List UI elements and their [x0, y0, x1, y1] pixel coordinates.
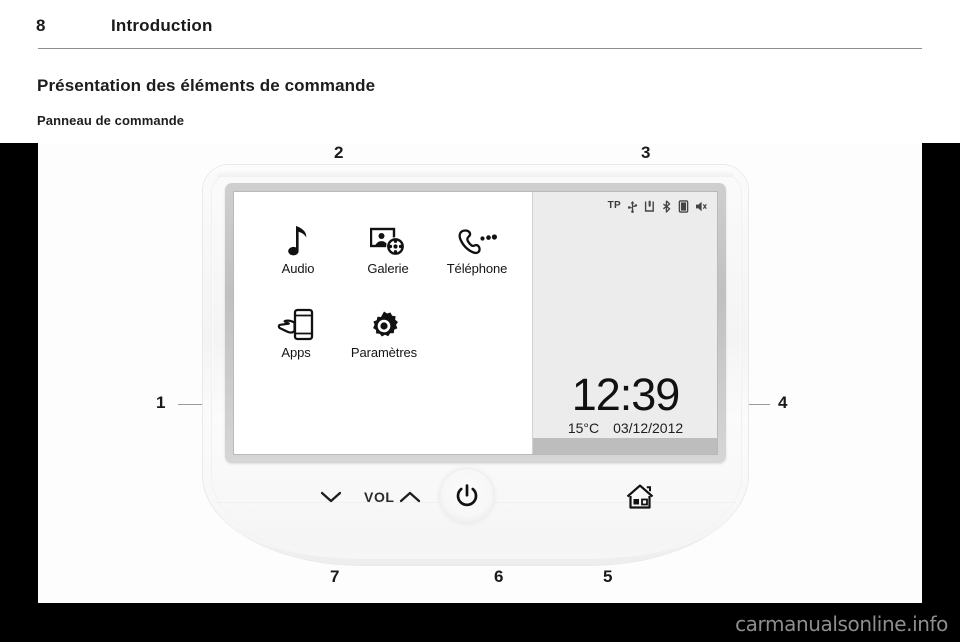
watermark: carmanualsonline.info	[735, 612, 948, 636]
date-value: 03/12/2012	[613, 420, 684, 436]
app-tile-telephone[interactable]: Téléphone	[431, 218, 523, 276]
page-subtitle: Panneau de commande	[37, 113, 185, 128]
device-top-sheen	[217, 168, 734, 177]
home-screen-app-grid: Audio Galerie Téléphone Apps Paramètres	[234, 210, 534, 440]
app-tile-apps[interactable]: Apps	[250, 302, 342, 360]
infotainment-head-unit: Audio Galerie Téléphone Apps Paramètres …	[203, 165, 748, 565]
screen-bezel: Audio Galerie Téléphone Apps Paramètres …	[225, 183, 726, 463]
page-number: 8	[36, 16, 46, 35]
callout-5: 5	[603, 567, 613, 586]
usb-icon	[627, 200, 638, 213]
app-label: Galerie	[367, 261, 409, 276]
panel-footer-bar	[533, 438, 717, 454]
header-row: 8 Introduction	[36, 16, 920, 42]
app-label: Téléphone	[446, 261, 508, 276]
sd-card-icon	[644, 200, 655, 213]
power-icon	[456, 484, 478, 508]
callout-4: 4	[778, 393, 788, 412]
callout-3: 3	[641, 143, 651, 162]
volume-up-button[interactable]	[399, 490, 421, 504]
page-title: Présentation des éléments de commande	[37, 76, 376, 95]
home-button[interactable]	[623, 481, 657, 513]
callout-2: 2	[334, 143, 344, 162]
header-divider	[38, 48, 922, 49]
speaker-mute-icon	[695, 200, 707, 213]
home-icon	[625, 483, 655, 511]
app-label: Audio	[281, 261, 315, 276]
info-panel: TP 12:39 15°C 03/12/2012	[532, 192, 717, 454]
app-label: Apps	[281, 345, 311, 360]
bluetooth-icon	[661, 199, 672, 213]
status-tp-label: TP	[607, 200, 621, 211]
app-tile-audio[interactable]: Audio	[252, 218, 344, 276]
callout-1: 1	[156, 393, 166, 412]
clock-time: 12:39	[571, 369, 681, 420]
callout-7: 7	[330, 567, 340, 586]
document-header: 8 Introduction Présentation des éléments…	[0, 0, 960, 143]
figure-control-panel: 2 3 1 4 7 6 5 Audio Galerie Téléphone Ap…	[38, 143, 922, 603]
music-note-icon	[252, 218, 344, 258]
manual-page: 8 Introduction Présentation des éléments…	[0, 0, 960, 642]
volume-down-button[interactable]	[320, 490, 342, 504]
app-tile-galerie[interactable]: Galerie	[342, 218, 434, 276]
app-tile-parametres[interactable]: Paramètres	[338, 302, 430, 360]
touch-screen[interactable]: Audio Galerie Téléphone Apps Paramètres …	[233, 191, 718, 455]
temperature-value: 15°C	[567, 420, 600, 436]
phone-battery-icon	[678, 199, 689, 213]
gallery-photo-film-icon	[342, 218, 434, 258]
section-name: Introduction	[111, 16, 213, 35]
status-bar: TP	[533, 196, 717, 216]
phone-handset-icon	[431, 218, 523, 258]
clock-sub: 15°C 03/12/2012	[533, 420, 717, 436]
volume-label: VOL	[364, 489, 395, 505]
app-label: Paramètres	[350, 345, 418, 360]
hand-smartphone-icon	[250, 302, 342, 342]
callout-6: 6	[494, 567, 504, 586]
power-button[interactable]	[439, 468, 495, 524]
gear-icon	[338, 302, 430, 342]
clock-area: 12:39 15°C 03/12/2012	[533, 369, 717, 436]
